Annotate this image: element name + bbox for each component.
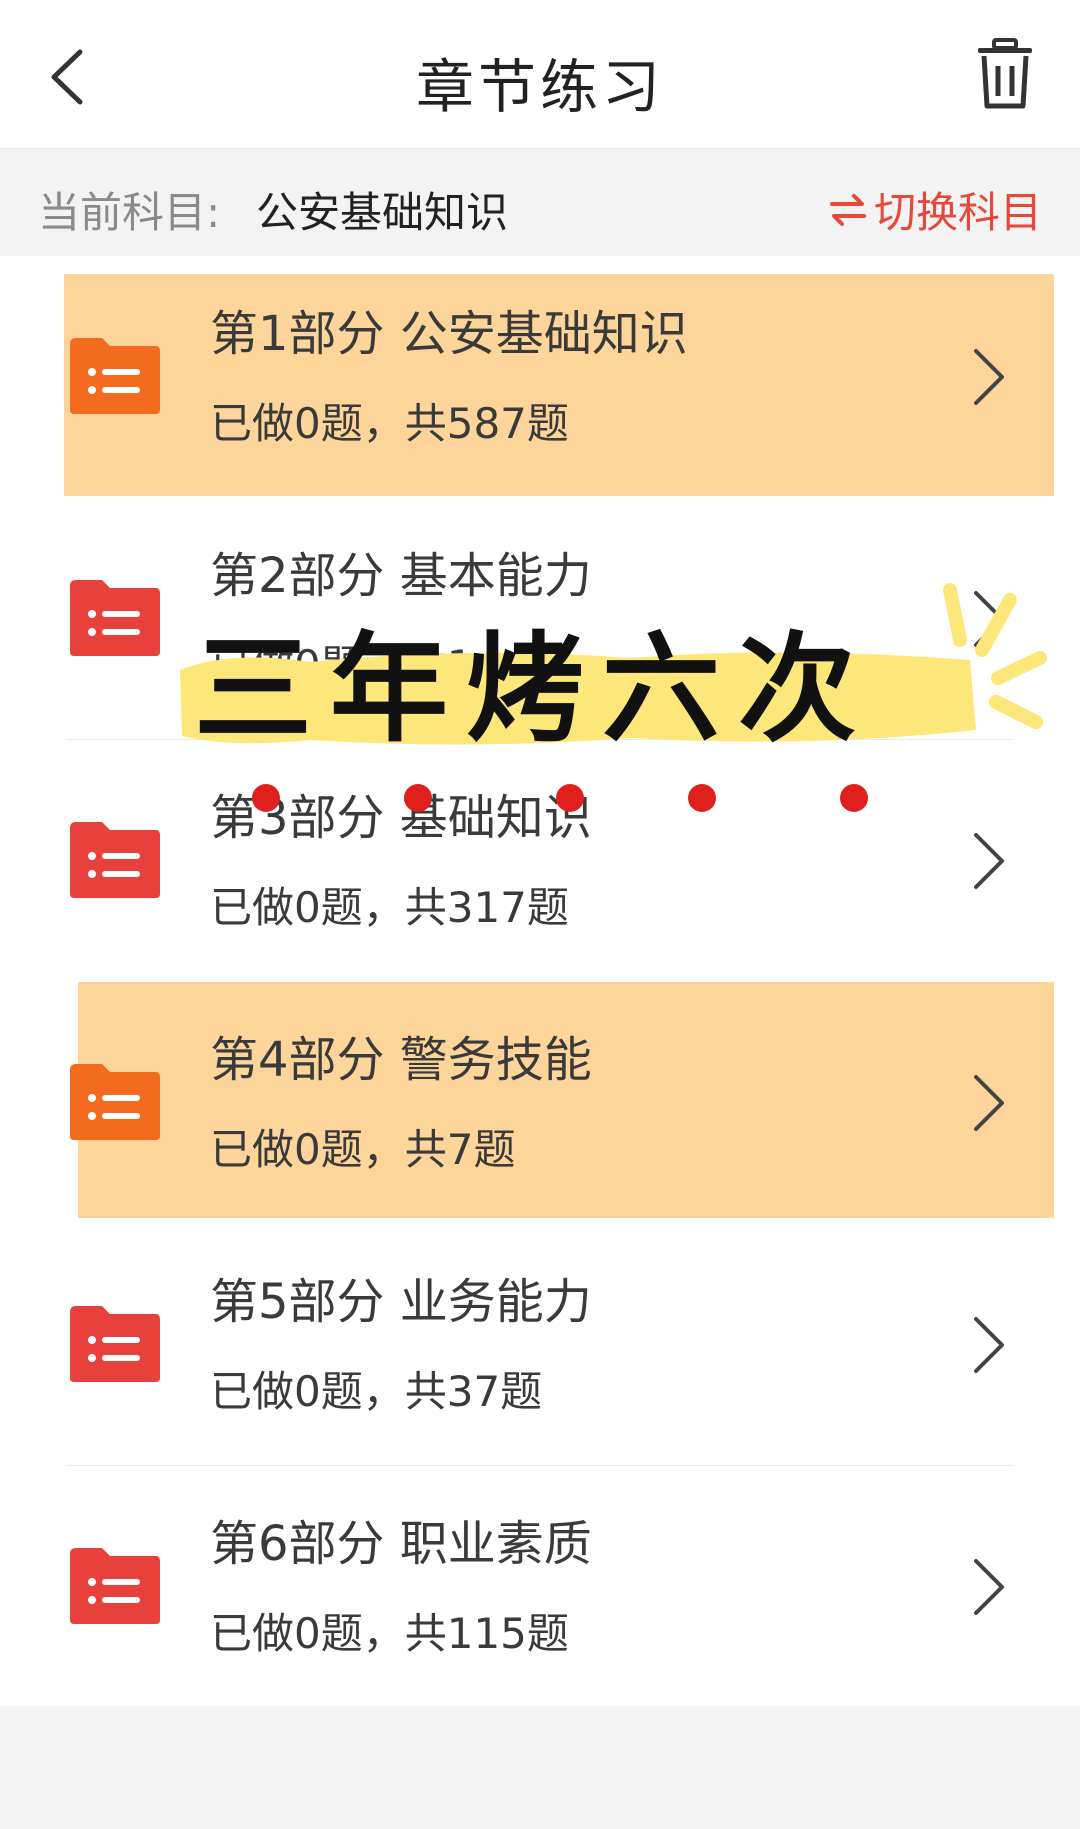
- chapter-title: 第5部分 业务能力: [210, 1274, 592, 1330]
- chapter-row-4[interactable]: 第4部分 警务技能 已做0题，共7题: [0, 982, 1080, 1224]
- page-title: 章节练习: [415, 53, 664, 121]
- switch-subject-button[interactable]: 切换科目: [828, 179, 1042, 240]
- switch-subject-label: 切换科目: [873, 188, 1042, 237]
- folder-list-icon: [70, 822, 160, 898]
- chapter-progress: 已做0题，共7题: [210, 1125, 516, 1174]
- folder-list-icon: [70, 1548, 160, 1624]
- chapter-row-3[interactable]: 第3部分 基础知识 已做0题，共317题: [0, 740, 1080, 982]
- chapter-title: 第1部分 公安基础知识: [210, 306, 688, 362]
- chevron-right-icon: [974, 591, 1004, 647]
- subject-label: 当前科目:: [38, 188, 221, 237]
- folder-list-icon: [70, 1064, 160, 1140]
- chevron-right-icon: [974, 349, 1004, 405]
- chapter-row-1[interactable]: 第1部分 公安基础知识 已做0题，共587题: [0, 256, 1080, 498]
- chapter-list: 第1部分 公安基础知识 已做0题，共587题 第2部分 基本能力 已做0题，共1…: [0, 256, 1080, 1706]
- chevron-right-icon: [974, 1559, 1004, 1615]
- chapter-progress: 已做0题，共37题: [210, 1367, 543, 1416]
- chapter-title: 第6部分 职业素质: [210, 1516, 592, 1572]
- subject-name: 公安基础知识: [256, 188, 509, 237]
- chapter-row-5[interactable]: 第5部分 业务能力 已做0题，共37题: [0, 1224, 1080, 1466]
- chevron-right-icon: [974, 833, 1004, 889]
- trash-icon[interactable]: [970, 36, 1040, 112]
- folder-list-icon: [70, 338, 160, 414]
- highlight-marker: [78, 982, 1054, 1218]
- folder-list-icon: [70, 580, 160, 656]
- folder-list-icon: [70, 1306, 160, 1382]
- subject-bar: 当前科目: 公安基础知识 切换科目: [0, 149, 1080, 254]
- chapter-progress: 已做0题，共317题: [210, 883, 569, 932]
- top-bar: 章节练习: [0, 0, 1080, 149]
- chevron-right-icon: [974, 1317, 1004, 1373]
- chapter-row-2[interactable]: 第2部分 基本能力 已做0题，共1…题: [0, 498, 1080, 740]
- chapter-title: 第2部分 基本能力: [210, 548, 592, 604]
- chapter-progress: 已做0题，共115题: [210, 1609, 569, 1658]
- chapter-row-6[interactable]: 第6部分 职业素质 已做0题，共115题: [0, 1466, 1080, 1708]
- swap-arrows-icon: [829, 193, 866, 226]
- chapter-title: 第3部分 基础知识: [210, 790, 592, 846]
- chapter-progress: 已做0题，共587题: [210, 399, 569, 448]
- chapter-title: 第4部分 警务技能: [210, 1032, 592, 1088]
- chevron-right-icon: [974, 1075, 1004, 1131]
- chapter-progress: 已做0题，共1…题: [210, 641, 558, 690]
